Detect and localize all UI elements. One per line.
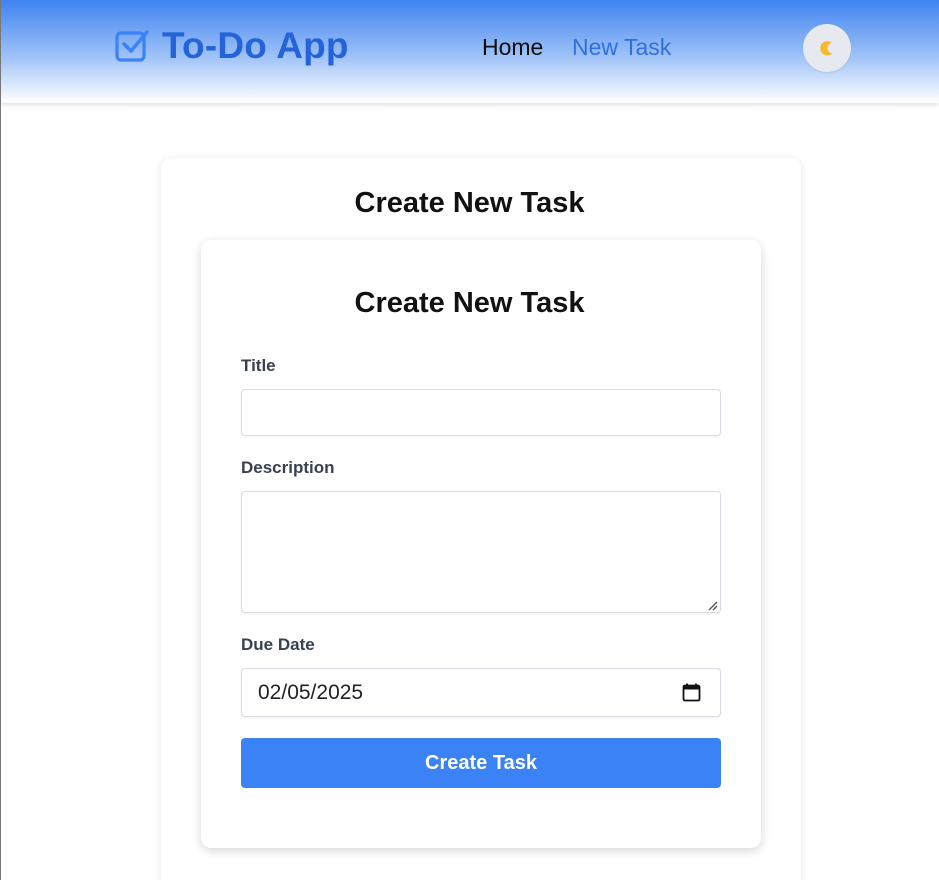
title-input[interactable] (241, 389, 721, 436)
form-title: Create New Task (354, 287, 585, 319)
create-task-button[interactable]: Create Task (241, 738, 721, 788)
brand-title: To-Do App (162, 25, 349, 66)
due-date-label: Due Date (241, 635, 315, 654)
nav-link-new-task[interactable]: New Task (572, 34, 671, 61)
title-label: Title (241, 356, 276, 375)
description-label: Description (241, 458, 335, 477)
description-textarea[interactable] (241, 491, 721, 613)
nav-link-home[interactable]: Home (482, 34, 543, 61)
due-date-value: 02/05/2025 (258, 681, 364, 704)
calendar-icon[interactable] (682, 683, 701, 702)
page-title: Create New Task (354, 187, 585, 219)
checkbox-icon (115, 30, 149, 62)
resize-handle-icon[interactable] (706, 599, 718, 611)
navbar: To-Do App Home New Task (0, 0, 939, 103)
moon-icon (820, 41, 833, 56)
theme-toggle-button[interactable] (803, 24, 851, 72)
window-edge (0, 0, 1, 880)
brand[interactable]: To-Do App (114, 25, 349, 66)
